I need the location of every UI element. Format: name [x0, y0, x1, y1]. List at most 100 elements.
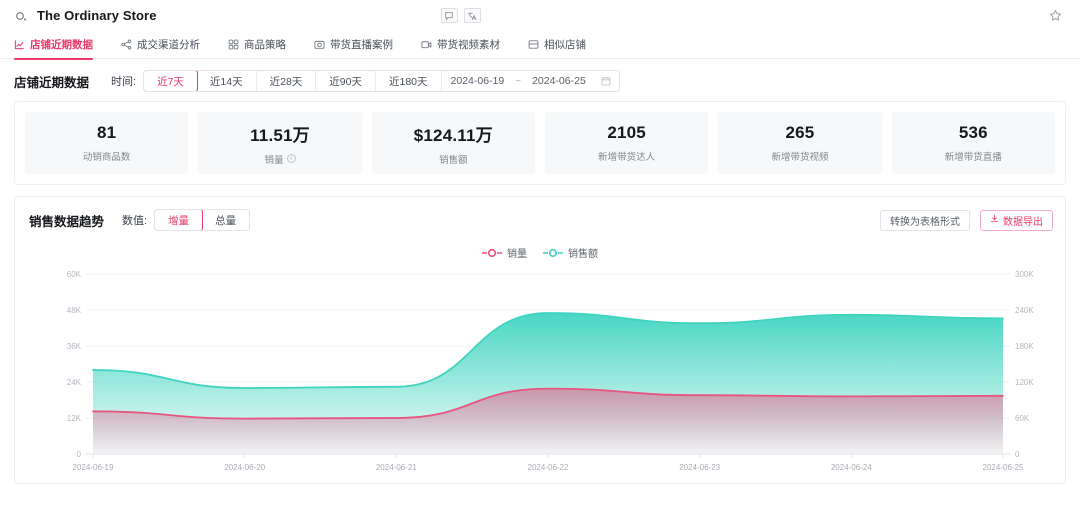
svg-text:60K: 60K [1015, 414, 1030, 423]
date-start-input[interactable]: 2024-06-19 [442, 71, 514, 91]
switch-to-table-button[interactable]: 转换为表格形式 [880, 209, 970, 231]
range-180d-button[interactable]: 近180天 [376, 71, 442, 91]
range-7d-button[interactable]: 近7天 [144, 71, 198, 91]
stat-card: 265 新增带货视频 [718, 112, 882, 174]
time-filter-label: 时间: [111, 76, 137, 88]
tab-label: 相似店铺 [544, 39, 586, 51]
favorite-star-icon[interactable] [1047, 7, 1064, 24]
translate-icon[interactable] [463, 8, 481, 23]
tab-label: 店铺近期数据 [30, 39, 93, 51]
chart-legend: 销量 销售额 [15, 245, 1065, 260]
top-bar: The Ordinary Store [0, 0, 1080, 31]
tab-product-strategy[interactable]: 商品策略 [228, 31, 297, 59]
stat-label: 新增带货视频 [771, 149, 828, 163]
stat-card: 2105 新增带货达人 [544, 112, 709, 174]
camera-icon [314, 39, 325, 50]
chart-toolbar: 转换为表格形式 数据导出 [880, 209, 1053, 231]
x-axis-labels: 2024-06-19 2024-06-20 2024-06-21 2024-06-22… [73, 463, 1024, 472]
sales-trend-panel: 销售数据趋势 数值: 增量 总量 转换为表格形式 数据导出 销量 销售额 0 1… [14, 196, 1066, 484]
svg-text:12K: 12K [67, 414, 82, 423]
svg-text:2024-06-19: 2024-06-19 [73, 463, 114, 472]
stats-panel: 81 动销商品数 11.51万 销量 i $124.11万 销售额 2105 新… [14, 101, 1066, 185]
svg-text:120K: 120K [1015, 378, 1034, 387]
page-title: 店铺近期数据 [14, 75, 90, 90]
calendar-icon[interactable] [595, 71, 619, 91]
legend-item-sales-amount[interactable]: 销售额 [543, 245, 598, 260]
filter-bar: 店铺近期数据 时间: 近7天 近14天 近28天 近90天 近180天 2024… [0, 59, 1080, 101]
svg-text:2024-06-20: 2024-06-20 [224, 463, 265, 472]
chart-areas [93, 313, 1003, 454]
legend-marker-icon [543, 248, 563, 258]
stat-label: 动销商品数 [83, 149, 131, 163]
mode-total-button[interactable]: 总量 [202, 210, 249, 230]
y-axis-left-labels: 0 12K 24K 36K 48K 60K [67, 270, 82, 459]
store-logo-icon [14, 9, 28, 23]
tab-live-cases[interactable]: 带货直播案例 [314, 31, 404, 59]
value-mode-label: 数值: [122, 215, 148, 227]
svg-text:2024-06-24: 2024-06-24 [831, 463, 872, 472]
stat-label: 新增带货直播 [945, 149, 1002, 163]
range-90d-button[interactable]: 近90天 [316, 71, 376, 91]
stat-card: 536 新增带货直播 [891, 112, 1055, 174]
stat-card: 81 动销商品数 [25, 112, 189, 174]
info-icon[interactable]: i [286, 154, 296, 163]
stat-value: 81 [97, 123, 117, 142]
stat-label-text: 新增带货视频 [771, 152, 829, 163]
stat-label-text: 新增带货达人 [598, 152, 656, 163]
stat-label-text: 新增带货直播 [944, 152, 1002, 163]
value-mode-selector: 增量 总量 [154, 209, 251, 231]
stat-value: 11.51万 [250, 125, 310, 145]
stat-label: 销量 i [264, 152, 296, 166]
svg-text:2024-06-23: 2024-06-23 [679, 463, 720, 472]
sales-trend-chart: 0 12K 24K 36K 48K 60K 0 60K 120K 180K 240K 300K 20… [15, 266, 1065, 481]
legend-marker-icon [482, 248, 502, 258]
stat-value: 265 [785, 123, 815, 142]
line-chart-icon [14, 39, 25, 50]
svg-text:48K: 48K [67, 306, 82, 315]
date-end-input[interactable]: 2024-06-25 [523, 71, 595, 91]
svg-text:36K: 36K [67, 342, 82, 351]
stat-label-text: 销量 [264, 154, 284, 166]
range-14d-button[interactable]: 近14天 [197, 71, 257, 91]
stat-label-text: 销售额 [439, 154, 468, 166]
svg-text:2024-06-22: 2024-06-22 [528, 463, 569, 472]
svg-text:2024-06-21: 2024-06-21 [376, 463, 417, 472]
stat-card: $124.11万 销售额 [371, 112, 535, 174]
stat-label-text: 动销商品数 [82, 152, 131, 163]
tab-video-materials[interactable]: 带货视频素材 [421, 31, 511, 59]
export-label: 数据导出 [1003, 216, 1043, 228]
svg-text:2024-06-25: 2024-06-25 [983, 463, 1024, 472]
tab-channel-analysis[interactable]: 成交渠道分析 [121, 31, 211, 59]
stat-value: 536 [958, 123, 988, 142]
tab-label: 带货直播案例 [330, 39, 393, 51]
chart-title: 销售数据趋势 [29, 214, 105, 229]
export-data-button[interactable]: 数据导出 [980, 209, 1053, 231]
y-axis-right-labels: 0 60K 120K 180K 240K 300K [1015, 270, 1034, 459]
tab-label: 带货视频素材 [437, 39, 500, 51]
legend-label: 销售额 [568, 249, 598, 260]
tab-label: 成交渠道分析 [137, 39, 200, 51]
grid-goods-icon [228, 39, 239, 50]
svg-text:60K: 60K [67, 270, 82, 279]
share-nodes-icon [121, 39, 132, 50]
stat-label: 销售额 [439, 152, 468, 166]
svg-text:180K: 180K [1015, 342, 1034, 351]
header-actions [440, 8, 481, 23]
store-title: The Ordinary Store [37, 8, 157, 23]
stat-value: $124.11万 [413, 125, 493, 145]
range-28d-button[interactable]: 近28天 [257, 71, 317, 91]
svg-text:0: 0 [1015, 450, 1020, 459]
tab-similar-stores[interactable]: 相似店铺 [528, 31, 597, 59]
svg-text:240K: 240K [1015, 306, 1034, 315]
chart-axes [85, 453, 1011, 458]
stat-label: 新增带货达人 [598, 149, 655, 163]
tab-store-recent-data[interactable]: 店铺近期数据 [14, 31, 104, 60]
time-range-selector: 近7天 近14天 近28天 近90天 近180天 2024-06-19 ~ 20… [143, 70, 620, 92]
mode-incremental-button[interactable]: 增量 [155, 210, 204, 230]
stat-value: 2105 [607, 123, 646, 142]
stat-card: 11.51万 销量 i [198, 112, 362, 174]
svg-text:24K: 24K [67, 378, 82, 387]
legend-item-sales-volume[interactable]: 销量 [482, 245, 527, 260]
legend-label: 销量 [507, 249, 527, 260]
comment-icon[interactable] [440, 8, 458, 23]
